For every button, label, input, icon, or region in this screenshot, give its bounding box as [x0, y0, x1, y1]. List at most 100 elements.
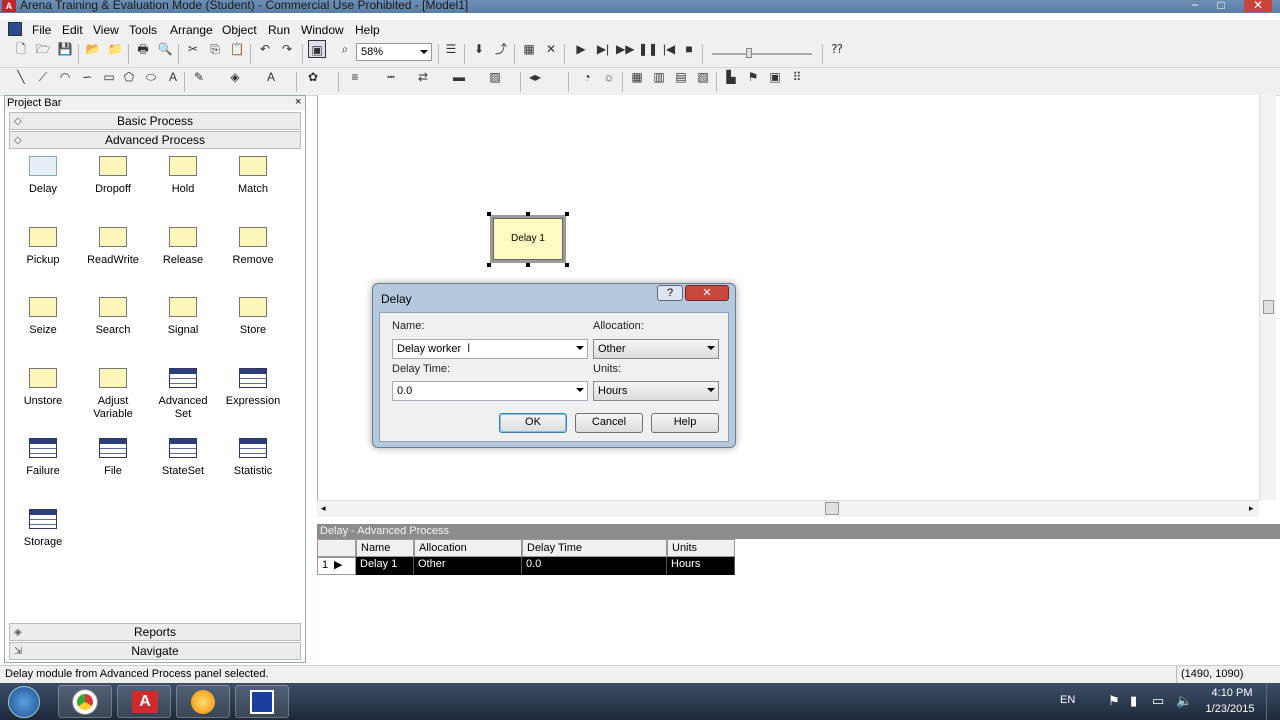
minimize-button[interactable]: −: [1184, 0, 1206, 12]
delay-time-field[interactable]: 0.0: [392, 381, 588, 401]
animation-speed-slider[interactable]: [712, 48, 812, 58]
bezier-icon[interactable]: ∽: [78, 68, 96, 86]
arrow-style-icon[interactable]: ⇄: [414, 68, 432, 86]
restore-button[interactable]: □: [1210, 0, 1232, 12]
module-remove[interactable]: Remove: [218, 223, 288, 289]
table-cell-delay-time[interactable]: 0.0: [522, 557, 667, 575]
help-button[interactable]: Help: [651, 413, 719, 433]
template-detach-icon[interactable]: 📁: [106, 40, 124, 58]
selection-handle[interactable]: [526, 263, 530, 267]
clock-date[interactable]: 1/23/2015: [1202, 703, 1258, 715]
menu-file[interactable]: File: [32, 23, 51, 37]
polygon-icon[interactable]: ⬠: [120, 68, 138, 86]
module-adjust-variable[interactable]: Adjust Variable: [78, 364, 148, 430]
column-header-units[interactable]: Units: [667, 539, 735, 557]
selection-handle[interactable]: [565, 263, 569, 267]
selection-handle[interactable]: [565, 212, 569, 216]
column-header-delay-time[interactable]: Delay Time: [522, 539, 667, 557]
window-background-color-icon[interactable]: ✿: [304, 68, 322, 86]
menu-object[interactable]: Object: [222, 23, 257, 37]
selection-handle[interactable]: [487, 263, 491, 267]
clock-time[interactable]: 4:10 PM: [1208, 687, 1256, 699]
network-icon[interactable]: ▮: [1130, 693, 1137, 709]
layers-icon[interactable]: ☰: [442, 40, 460, 58]
panel-navigate[interactable]: ⇲ Navigate: [9, 642, 301, 660]
fast-forward-icon[interactable]: ▶▶: [616, 40, 634, 58]
variable-icon[interactable]: ▦: [628, 68, 646, 86]
route-icon[interactable]: ⠿: [788, 68, 806, 86]
line-style-icon[interactable]: ┅: [382, 68, 400, 86]
panel-advanced-process[interactable]: ◇ Advanced Process: [9, 131, 301, 149]
document-icon[interactable]: [8, 22, 22, 36]
histogram-icon[interactable]: ▤: [672, 68, 690, 86]
menu-run[interactable]: Run: [268, 23, 290, 37]
show-desktop-button[interactable]: [1266, 683, 1280, 720]
delay-module-shape[interactable]: Delay 1: [490, 215, 566, 263]
arena-model-icon[interactable]: [235, 685, 289, 718]
project-bar-close-button[interactable]: ×: [295, 96, 301, 108]
module-stateset[interactable]: StateSet: [148, 434, 218, 500]
redo-icon[interactable]: ↷: [278, 40, 296, 58]
table-row-number[interactable]: 1 ▶: [317, 557, 356, 575]
line-color-icon[interactable]: ✎: [190, 68, 208, 86]
whats-this-help-icon[interactable]: ⁇: [828, 40, 846, 58]
flag-icon[interactable]: ⚑: [1108, 693, 1120, 709]
zoom-select[interactable]: 58%: [356, 43, 432, 61]
date-icon[interactable]: ☼: [600, 68, 618, 86]
table-cell-name[interactable]: Delay 1: [356, 557, 414, 575]
module-delay[interactable]: Delay: [8, 152, 78, 218]
undo-icon[interactable]: ↶: [256, 40, 274, 58]
module-storage[interactable]: Storage: [8, 505, 78, 571]
horizontal-scrollbar[interactable]: ◂ ▸: [317, 500, 1259, 517]
text-color-icon[interactable]: A: [262, 68, 280, 86]
zoom-icon[interactable]: ⌕: [336, 40, 354, 58]
panel-basic-process[interactable]: ◇ Basic Process: [9, 112, 301, 130]
arena-app-icon[interactable]: A: [2, 0, 16, 12]
selection-handle[interactable]: [526, 212, 530, 216]
clock-icon[interactable]: ◔: [578, 68, 596, 86]
cancel-button[interactable]: Cancel: [575, 413, 643, 433]
module-readwrite[interactable]: ReadWrite: [78, 223, 148, 289]
menu-help[interactable]: Help: [355, 23, 380, 37]
line-pattern-icon[interactable]: ▬: [450, 68, 468, 86]
pause-icon[interactable]: ❚❚: [638, 40, 658, 58]
line-width-icon[interactable]: ≡: [346, 68, 364, 86]
close-button[interactable]: ✕: [1244, 0, 1272, 12]
module-file[interactable]: File: [78, 434, 148, 500]
text-icon[interactable]: A: [164, 68, 182, 86]
column-header-name[interactable]: Name: [356, 539, 414, 557]
panel-reports[interactable]: ◈ Reports: [9, 623, 301, 641]
menu-arrange[interactable]: Arrange: [170, 23, 213, 37]
start-over-icon[interactable]: |◀: [660, 40, 678, 58]
new-icon[interactable]: 🗋: [12, 40, 30, 58]
module-release[interactable]: Release: [148, 223, 218, 289]
resource-icon[interactable]: ⚑: [744, 68, 762, 86]
submodel-icon[interactable]: ⬇: [470, 40, 488, 58]
battery-icon[interactable]: ▭: [1152, 693, 1164, 709]
menu-tools[interactable]: Tools: [129, 23, 157, 37]
paste-icon[interactable]: 📋: [228, 40, 246, 58]
module-signal[interactable]: Signal: [148, 293, 218, 359]
language-indicator[interactable]: EN: [1060, 694, 1075, 706]
module-unstore[interactable]: Unstore: [8, 364, 78, 430]
save-icon[interactable]: 💾: [56, 40, 74, 58]
polyline-icon[interactable]: ⟋: [34, 68, 52, 86]
menu-view[interactable]: View: [93, 23, 119, 37]
connect-icon[interactable]: ⤴: [492, 40, 510, 58]
module-search[interactable]: Search: [78, 293, 148, 359]
animate-connectors-icon[interactable]: ◂▸: [526, 68, 544, 86]
arc-icon[interactable]: ◠: [56, 68, 74, 86]
module-dropoff[interactable]: Dropoff: [78, 152, 148, 218]
template-attach-icon[interactable]: 📂: [84, 40, 102, 58]
module-match[interactable]: Match: [218, 152, 288, 218]
check-model-icon[interactable]: ✕: [542, 40, 560, 58]
name-field[interactable]: Delay worker I: [392, 339, 588, 359]
sun-app-icon[interactable]: [176, 685, 230, 718]
windows-start-icon[interactable]: [8, 686, 40, 718]
step-icon[interactable]: ▶|: [594, 40, 612, 58]
chrome-icon[interactable]: [58, 685, 112, 718]
menu-edit[interactable]: Edit: [62, 23, 83, 37]
ellipse-icon[interactable]: ⬭: [142, 68, 160, 86]
box-icon[interactable]: ▭: [100, 68, 118, 86]
copy-icon[interactable]: ⎘: [206, 40, 224, 58]
